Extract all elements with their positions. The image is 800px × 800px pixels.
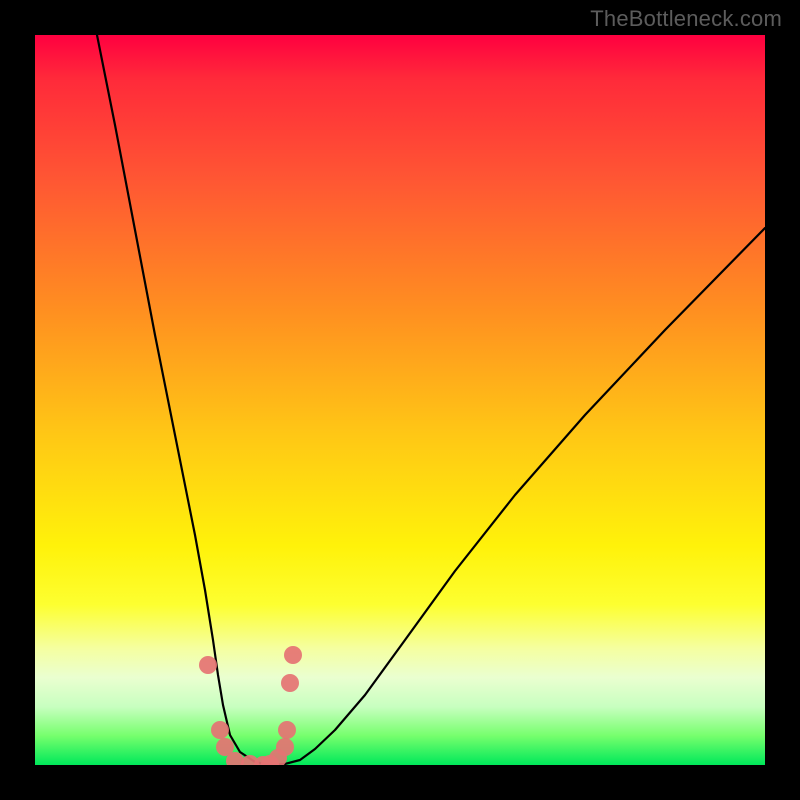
data-point — [276, 738, 294, 756]
data-point — [284, 646, 302, 664]
curve-layer — [35, 35, 765, 765]
marker-group — [199, 646, 302, 765]
data-point — [211, 721, 229, 739]
bottleneck-curve — [97, 35, 765, 765]
plot-area — [35, 35, 765, 765]
data-point — [199, 656, 217, 674]
data-point — [278, 721, 296, 739]
data-point — [281, 674, 299, 692]
watermark-text: TheBottleneck.com — [590, 6, 782, 32]
chart-frame: TheBottleneck.com — [0, 0, 800, 800]
